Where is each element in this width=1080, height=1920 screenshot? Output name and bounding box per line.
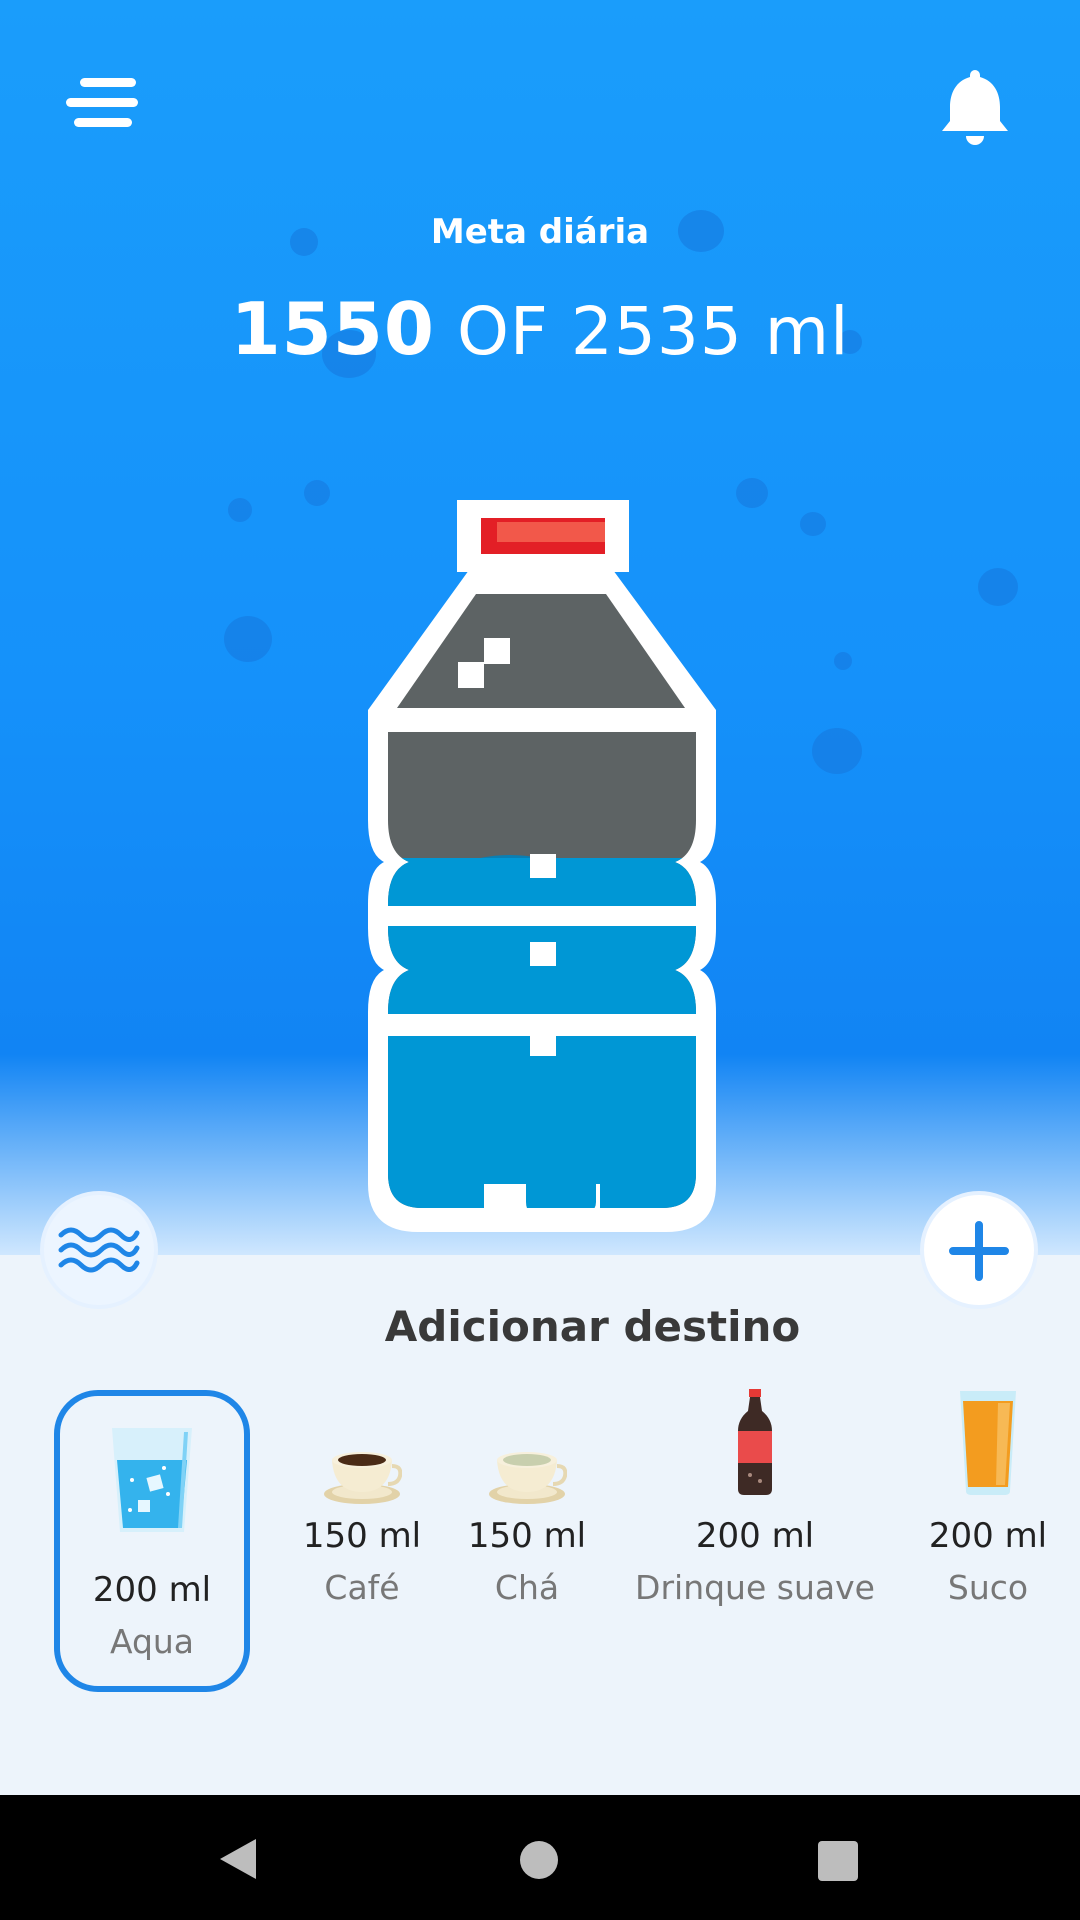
goal-current-value: 1550 xyxy=(230,287,435,371)
goal-separator: OF xyxy=(456,293,549,370)
section-title: Adicionar destino xyxy=(384,1302,801,1351)
goal-readout: 1550 OF 2535 ml xyxy=(0,284,1080,377)
drink-name: Café xyxy=(324,1568,400,1607)
soda-bottle-icon xyxy=(738,1389,772,1495)
goal-target-value: 2535 xyxy=(570,293,743,370)
drink-amount: 150 ml xyxy=(467,1516,587,1556)
bubble xyxy=(224,616,272,662)
drink-amount: 150 ml xyxy=(302,1516,422,1556)
juice-glass-icon xyxy=(960,1391,1016,1495)
triangle-back-icon[interactable] xyxy=(216,1835,260,1883)
add-button[interactable] xyxy=(924,1195,1034,1305)
drink-option-aqua[interactable]: 200 ml Aqua xyxy=(54,1390,250,1692)
bubble xyxy=(736,478,768,508)
drink-name: Chá xyxy=(494,1568,560,1607)
water-bottle xyxy=(368,500,716,1232)
bubble xyxy=(228,498,252,522)
water-glass-icon xyxy=(112,1428,192,1532)
bell-icon[interactable] xyxy=(940,66,1010,146)
system-navigation-bar xyxy=(0,1795,1080,1920)
drink-name: Suco xyxy=(947,1568,1029,1607)
tea-cup-icon xyxy=(489,1452,567,1504)
bubble xyxy=(834,652,852,670)
waves-button[interactable] xyxy=(44,1195,154,1305)
bubble xyxy=(304,480,330,506)
drink-option-cha[interactable]: 150 ml Chá xyxy=(455,1420,599,1620)
bubble xyxy=(800,512,826,536)
drink-amount: 200 ml xyxy=(92,1570,212,1610)
menu-button[interactable] xyxy=(66,72,142,132)
square-recents-icon[interactable] xyxy=(816,1839,860,1883)
bubble xyxy=(812,728,862,774)
drink-option-suco[interactable]: 200 ml Suco xyxy=(918,1385,1058,1625)
goal-unit: ml xyxy=(764,293,850,370)
drink-name: Aqua xyxy=(109,1622,195,1661)
drink-amount: 200 ml xyxy=(928,1516,1048,1556)
drink-name: Drinque suave xyxy=(635,1568,875,1607)
plus-icon xyxy=(949,1221,1009,1281)
waves-icon xyxy=(58,1227,140,1273)
hamburger-menu-icon xyxy=(80,78,136,87)
circle-home-icon[interactable] xyxy=(518,1839,560,1881)
drink-amount: 200 ml xyxy=(695,1516,815,1556)
drink-option-cafe[interactable]: 150 ml Café xyxy=(290,1420,434,1620)
coffee-cup-icon xyxy=(324,1452,402,1504)
drink-option-drinque-suave[interactable]: 200 ml Drinque suave xyxy=(620,1385,890,1625)
bubble xyxy=(978,568,1018,606)
hero-panel: Meta diária 1550 OF 2535 ml xyxy=(0,0,1080,1255)
daily-goal-label: Meta diária xyxy=(430,212,650,252)
